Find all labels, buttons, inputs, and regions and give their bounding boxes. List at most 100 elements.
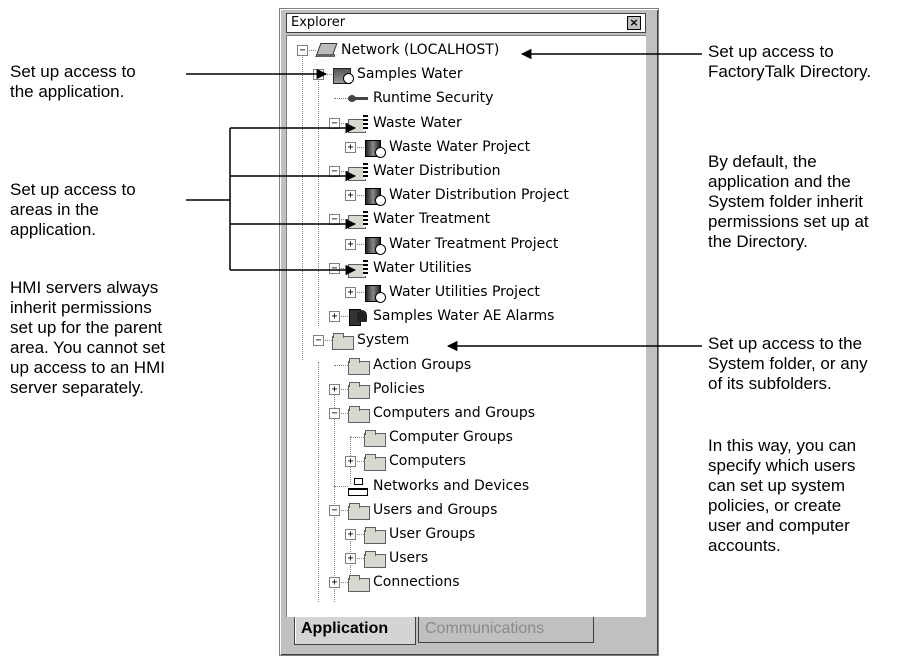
folder-icon [347, 356, 370, 375]
collapse-icon[interactable]: − [313, 335, 324, 347]
hmi-server-icon [363, 138, 386, 158]
collapse-icon[interactable]: − [297, 45, 308, 56]
callout-directory: Set up access to FactoryTalk Directory. [708, 42, 872, 81]
collapse-icon[interactable]: − [329, 408, 340, 419]
callout-system-folder: Set up access to the System folder, or a… [708, 334, 868, 393]
area-icon [347, 114, 369, 133]
tree-node[interactable]: Users and Groups [347, 498, 497, 522]
callout-application: Set up access to the application. [10, 62, 136, 101]
tree-guide-line [302, 48, 303, 360]
tree-node[interactable]: Water Treatment Project [363, 232, 558, 256]
expand-icon[interactable]: + [329, 383, 340, 395]
area-icon [347, 210, 369, 230]
tree-node[interactable]: Networks and Devices [347, 474, 529, 498]
tree-node[interactable]: User Groups [363, 522, 475, 546]
tree-node-label: Water Utilities [373, 259, 472, 276]
explorer-tabs: Application Communications [294, 617, 644, 645]
tab-application[interactable]: Application [294, 617, 416, 645]
tree-node-label: Waste Water Project [389, 138, 531, 155]
tree-node-label: Computers [389, 453, 466, 470]
alarm-server-icon [347, 307, 369, 327]
network-devices-icon [347, 477, 369, 496]
folder-icon [347, 501, 370, 520]
expand-icon[interactable]: + [345, 553, 356, 565]
callout-hmi-servers: HMI servers always inherit permissions s… [10, 278, 166, 397]
expand-icon[interactable]: + [345, 190, 356, 202]
tree-node-label: Policies [373, 380, 425, 397]
tree-node[interactable]: Runtime Security [347, 86, 493, 110]
tree-branch-line [334, 364, 348, 366]
tree-guide-line [318, 362, 319, 602]
tree-node-label: Samples Water [357, 66, 463, 83]
tree-node[interactable]: Network (LOCALHOST) [315, 38, 499, 62]
tree-node-label: Users [389, 550, 429, 567]
expand-icon[interactable]: + [329, 311, 340, 323]
tab-communications[interactable]: Communications [418, 617, 594, 643]
tree-node[interactable]: Users [363, 546, 428, 570]
tree-branch-line [334, 485, 348, 487]
tree-node[interactable]: Samples Water [331, 62, 463, 86]
explorer-title: Explorer [291, 15, 346, 30]
close-icon[interactable]: × [627, 16, 641, 30]
tree-node[interactable]: Waste Water Project [363, 135, 530, 159]
hmi-server-icon [363, 186, 386, 207]
tree-node[interactable]: Computers [363, 449, 466, 473]
callout-default-inherit: By default, the application and the Syst… [708, 152, 869, 251]
tree-node-label: Water Distribution [373, 163, 501, 179]
explorer-tree: − Network (LOCALHOST) − Samples Water Runtim… [286, 35, 646, 617]
folder-icon [363, 525, 386, 544]
tree-node-label: Water Treatment [373, 211, 491, 228]
folder-icon [363, 549, 386, 569]
network-icon [315, 41, 337, 59]
expand-icon[interactable]: + [345, 238, 356, 250]
tree-node[interactable]: Waste Water [347, 111, 462, 135]
tree-node[interactable]: Samples Water AE Alarms [347, 304, 554, 328]
tree-node-label: Water Treatment Project [389, 235, 559, 252]
collapse-icon[interactable]: − [329, 262, 340, 274]
tree-node[interactable]: Connections [347, 570, 460, 594]
tree-node[interactable]: Action Groups [347, 353, 471, 377]
expand-icon[interactable]: + [345, 287, 356, 298]
folder-icon [331, 331, 354, 351]
tree-branch-line [350, 437, 364, 439]
expand-icon[interactable]: + [345, 456, 356, 468]
tree-node-label: Samples Water AE Alarms [373, 308, 555, 325]
tree-node-label: Connections [373, 574, 460, 591]
folder-icon [363, 428, 386, 448]
expand-icon[interactable]: + [345, 141, 356, 153]
folder-icon [363, 452, 386, 472]
explorer-titlebar: Explorer × [286, 13, 646, 33]
tree-node[interactable]: Water Utilities [347, 256, 472, 280]
collapse-icon[interactable]: − [329, 166, 340, 177]
tree-node[interactable]: Computers and Groups [347, 401, 535, 425]
expand-icon[interactable]: + [345, 529, 356, 540]
folder-icon [347, 404, 370, 423]
tree-node-label: Networks and Devices [373, 477, 530, 494]
area-icon [347, 162, 369, 181]
expand-icon[interactable]: + [329, 577, 340, 589]
tree-node[interactable]: Policies [347, 377, 425, 401]
tree-node[interactable]: Water Distribution [347, 159, 501, 183]
tree-node[interactable]: Water Utilities Project [363, 280, 540, 304]
tree-node-label: Water Distribution Project [389, 187, 569, 204]
application-icon [331, 65, 354, 85]
tree-node-label: Waste Water [373, 114, 462, 131]
tree-node[interactable]: System [331, 328, 409, 352]
tree-node-label: Network (LOCALHOST) [341, 42, 500, 58]
tree-node-label: System [357, 332, 410, 349]
collapse-icon[interactable]: − [329, 504, 340, 516]
collapse-icon[interactable]: − [329, 117, 340, 129]
collapse-icon[interactable]: − [329, 214, 340, 226]
tree-node-label: Action Groups [373, 356, 472, 373]
tree-branch-line [334, 98, 348, 100]
tree-node-label: Water Utilities Project [389, 284, 540, 300]
area-icon [347, 259, 369, 278]
tree-node[interactable]: Water Treatment [347, 207, 490, 231]
collapse-icon[interactable]: − [313, 69, 324, 81]
tree-node[interactable]: Water Distribution Project [363, 183, 569, 207]
callout-areas: Set up access to areas in the applicatio… [10, 180, 136, 239]
folder-icon [347, 573, 370, 593]
tree-node-label: Runtime Security [373, 90, 494, 107]
tree-node[interactable]: Computer Groups [363, 425, 513, 449]
tree-guide-line [318, 72, 319, 326]
